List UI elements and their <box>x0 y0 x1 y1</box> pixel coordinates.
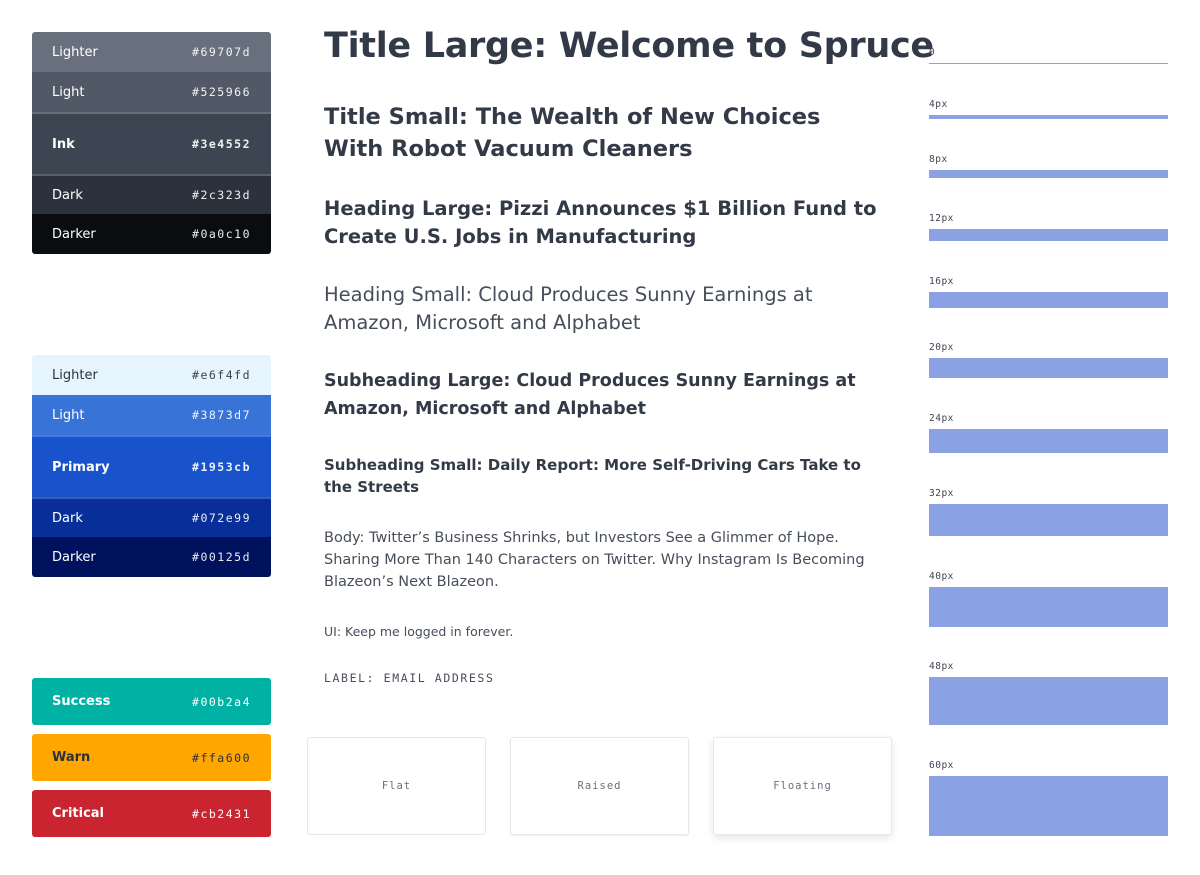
spacing-label-24px: 24px <box>929 413 954 424</box>
swatch-name: Darker <box>52 226 96 242</box>
swatch-name: Light <box>52 407 85 423</box>
swatch-hex: #3873d7 <box>192 408 251 422</box>
swatch-success[interactable]: Success #00b2a4 <box>32 678 271 725</box>
heading-large-sample: Heading Large: Pizzi Announces $1 Billio… <box>324 197 877 248</box>
spacing-label-48px: 48px <box>929 661 954 672</box>
spacing-label-0: 0 <box>929 47 936 58</box>
spacing-bar-48px <box>929 677 1168 725</box>
elevation-card-raised: Raised <box>510 737 689 835</box>
spacing-label-4px: 4px <box>929 99 948 110</box>
spacing-label-40px: 40px <box>929 571 954 582</box>
swatch-primary-dark[interactable]: Dark #072e99 <box>32 497 271 537</box>
elevation-card-flat: Flat <box>307 737 486 835</box>
swatch-hex: #525966 <box>192 85 251 99</box>
swatch-hex: #00b2a4 <box>192 694 251 709</box>
swatch-name: Warn <box>52 750 91 765</box>
spacing-label-16px: 16px <box>929 276 954 287</box>
swatch-hex: #3e4552 <box>192 137 251 151</box>
title-small-sample: Title Small: The Wealth of New Choices W… <box>324 104 821 162</box>
swatch-hex: #0a0c10 <box>192 227 251 241</box>
swatch-hex: #e6f4fd <box>192 368 251 382</box>
subheading-small-sample: Subheading Small: Daily Report: More Sel… <box>324 456 861 496</box>
swatch-name: Critical <box>52 806 105 821</box>
swatch-hex: #072e99 <box>192 511 251 525</box>
swatch-ink-dark[interactable]: Dark #2c323d <box>32 174 271 214</box>
spacing-bar-8px <box>929 170 1168 178</box>
spacing-label-20px: 20px <box>929 342 954 353</box>
swatch-primary-light[interactable]: Light #3873d7 <box>32 395 271 435</box>
label-sample: LABEL: EMAIL ADDRESS <box>324 671 495 685</box>
spacing-bar-20px <box>929 358 1168 378</box>
swatch-name: Dark <box>52 510 83 526</box>
title-large-sample: Title Large: Welcome to Spruce <box>324 26 934 66</box>
card-label: Raised <box>577 780 622 792</box>
spacing-label-8px: 8px <box>929 154 948 165</box>
swatch-primary-darker[interactable]: Darker #00125d <box>32 537 271 577</box>
ui-sample: UI: Keep me logged in forever. <box>324 624 514 639</box>
elevation-card-floating: Floating <box>713 737 892 835</box>
swatch-warn[interactable]: Warn #ffa600 <box>32 734 271 781</box>
swatch-ink-lighter[interactable]: Lighter #69707d <box>32 32 271 72</box>
swatch-hex: #1953cb <box>192 460 251 474</box>
spacing-bar-12px <box>929 229 1168 241</box>
swatch-hex: #ffa600 <box>192 750 251 765</box>
swatch-hex: #69707d <box>192 45 251 59</box>
swatch-name: Ink <box>52 136 75 152</box>
swatch-hex: #00125d <box>192 550 251 564</box>
swatch-name: Dark <box>52 187 83 203</box>
swatch-ink-base[interactable]: Ink #3e4552 <box>32 112 271 174</box>
swatch-name: Darker <box>52 549 96 565</box>
card-label: Flat <box>381 780 412 792</box>
card-label: Floating <box>773 780 832 792</box>
swatch-hex: #2c323d <box>192 188 251 202</box>
spacing-bar-24px <box>929 429 1168 453</box>
spacing-bar-4px <box>929 115 1168 119</box>
swatch-primary-base[interactable]: Primary #1953cb <box>32 435 271 497</box>
ink-palette: Lighter #69707d Light #525966 Ink #3e455… <box>32 32 271 254</box>
swatch-name: Success <box>52 694 111 709</box>
swatch-primary-lighter[interactable]: Lighter #e6f4fd <box>32 355 271 395</box>
subheading-large-sample: Subheading Large: Cloud Produces Sunny E… <box>324 371 856 419</box>
swatch-name: Primary <box>52 459 110 475</box>
spacing-bar-60px <box>929 776 1168 836</box>
spacing-bar-32px <box>929 504 1168 536</box>
swatch-hex: #cb2431 <box>192 806 251 821</box>
body-sample: Body: Twitter’s Business Shrinks, but In… <box>324 530 865 590</box>
swatch-critical[interactable]: Critical #cb2431 <box>32 790 271 837</box>
swatch-name: Lighter <box>52 367 98 383</box>
heading-small-sample: Heading Small: Cloud Produces Sunny Earn… <box>324 283 813 334</box>
spacing-bar-16px <box>929 292 1168 308</box>
primary-palette: Lighter #e6f4fd Light #3873d7 Primary #1… <box>32 355 271 577</box>
spacing-label-32px: 32px <box>929 488 954 499</box>
swatch-ink-light[interactable]: Light #525966 <box>32 72 271 112</box>
spacing-bar-40px <box>929 587 1168 627</box>
spacing-bar-0 <box>929 63 1168 64</box>
swatch-name: Light <box>52 84 85 100</box>
swatch-name: Lighter <box>52 44 98 60</box>
spacing-label-60px: 60px <box>929 760 954 771</box>
swatch-ink-darker[interactable]: Darker #0a0c10 <box>32 214 271 254</box>
spacing-label-12px: 12px <box>929 213 954 224</box>
